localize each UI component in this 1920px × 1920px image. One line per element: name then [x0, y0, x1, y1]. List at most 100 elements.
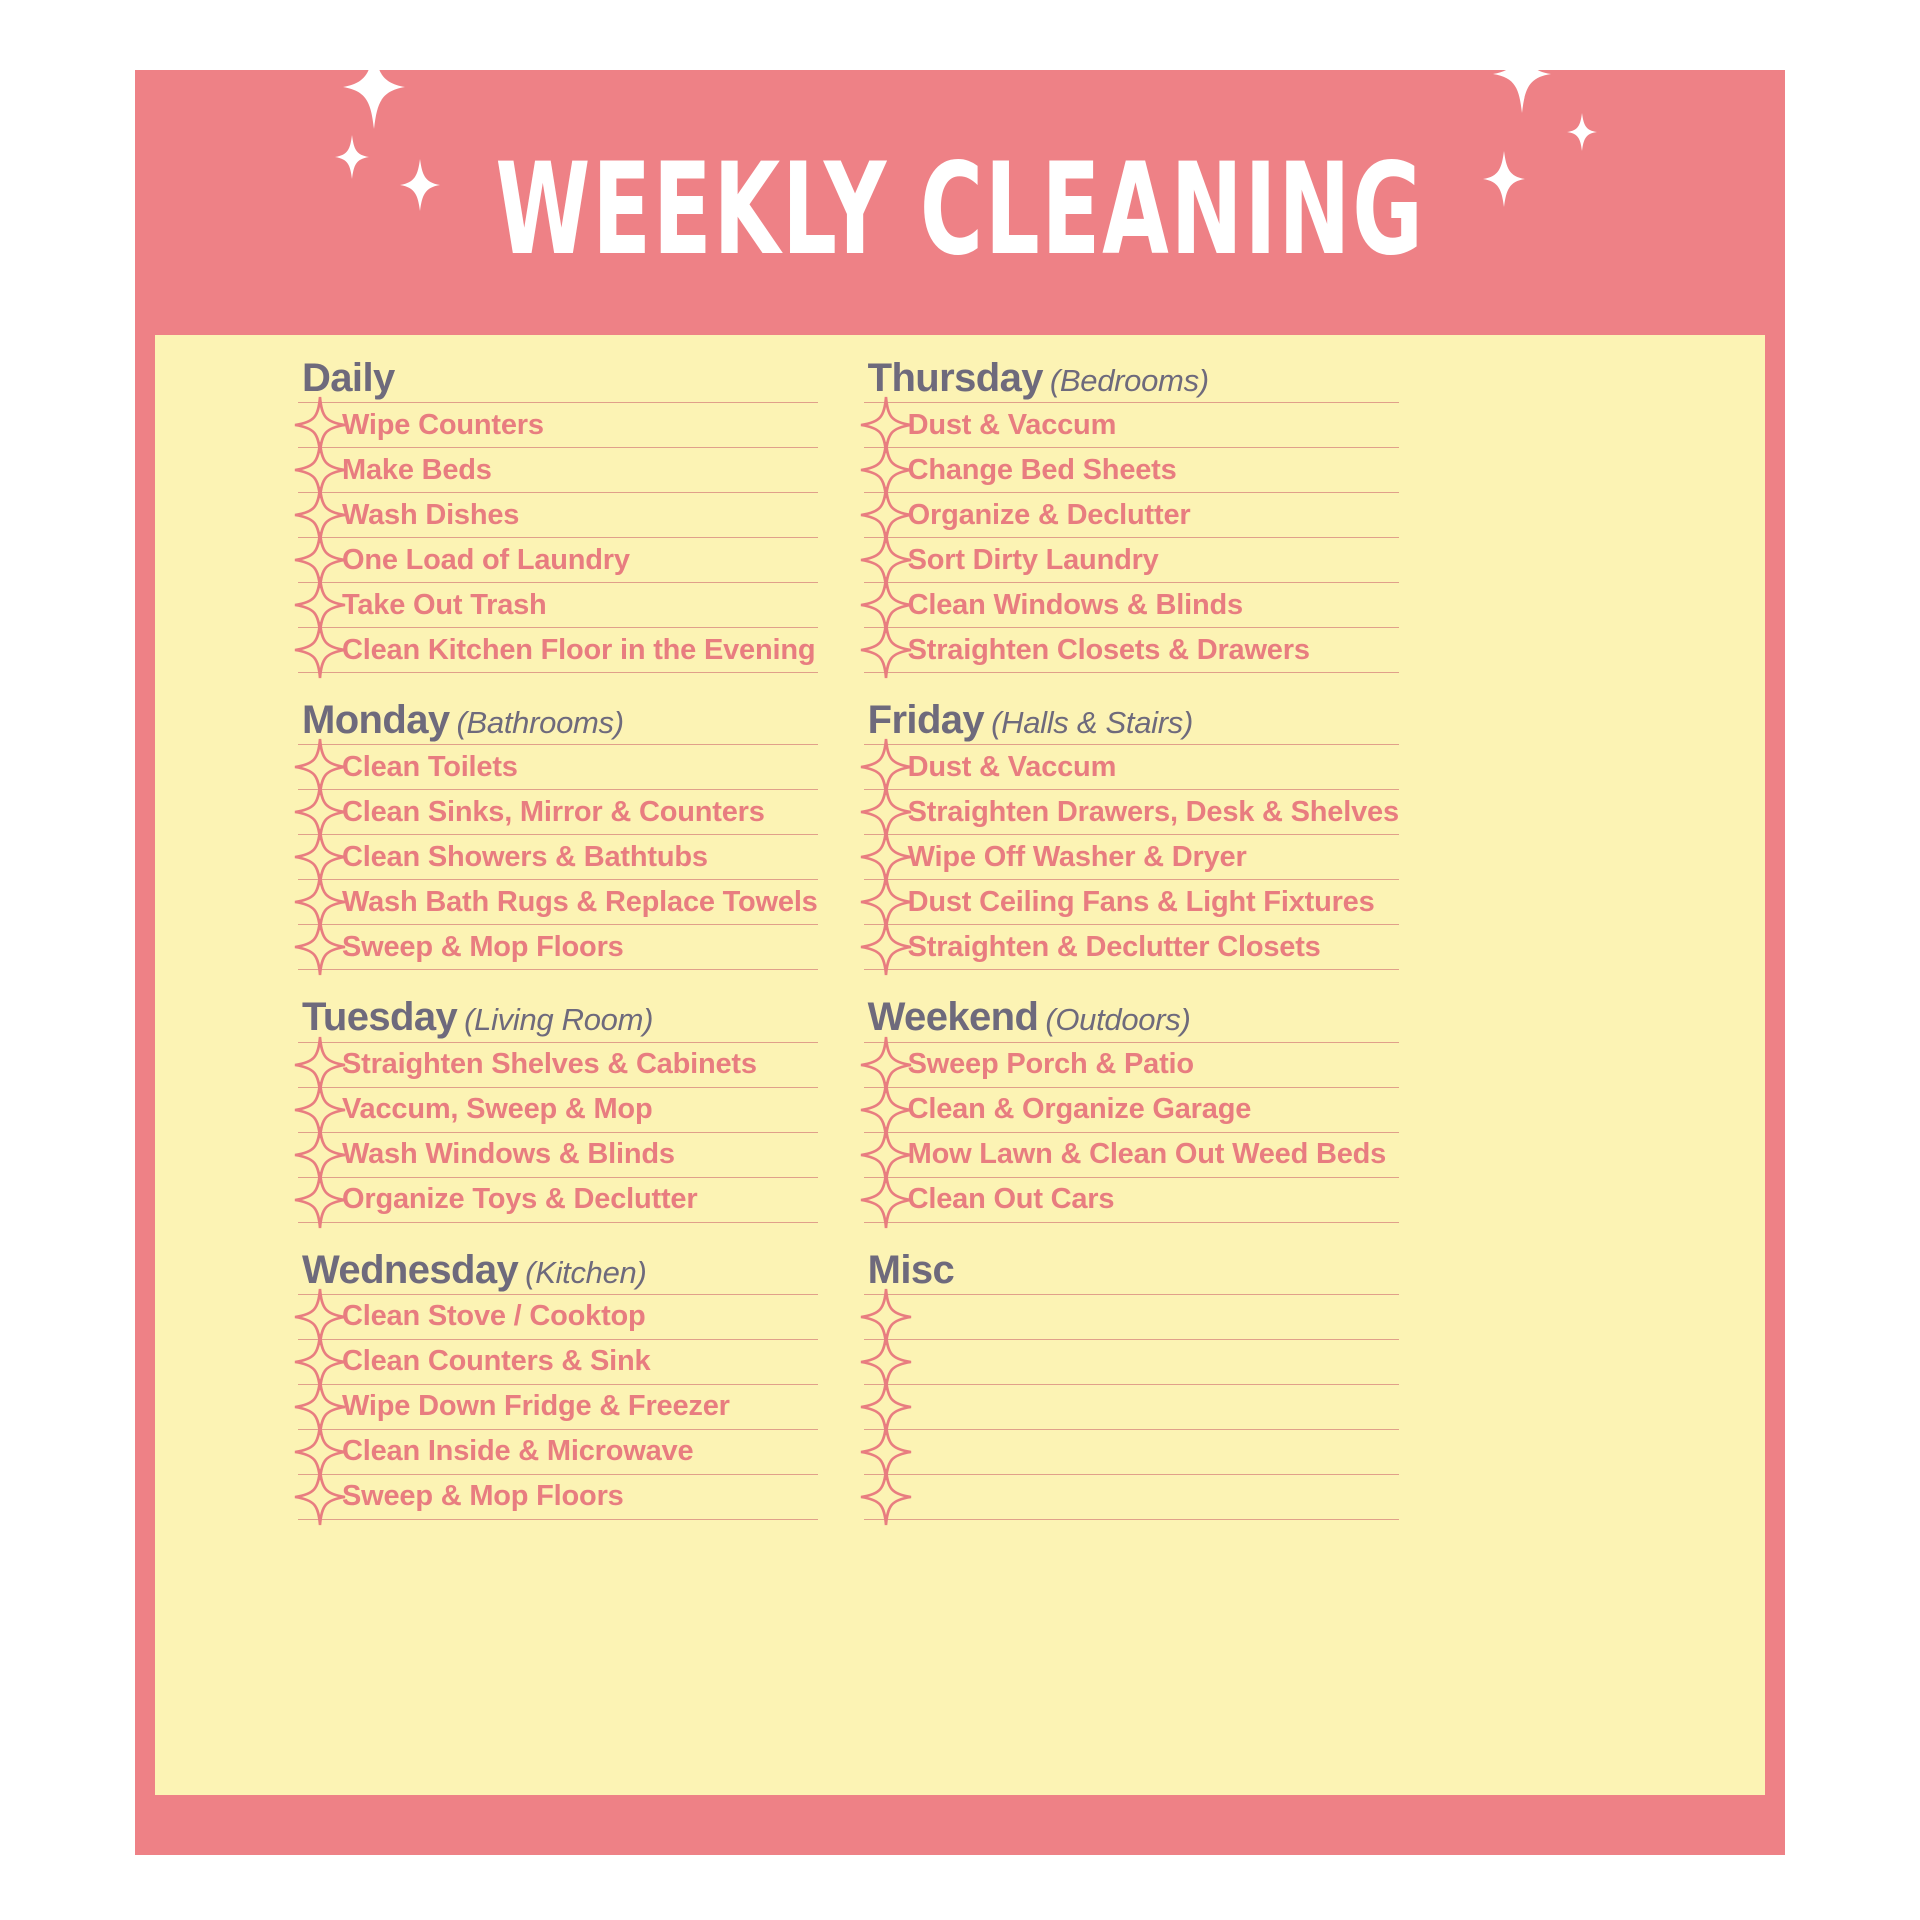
task-label: Clean Sinks, Mirror & Counters — [342, 795, 765, 828]
task-item[interactable]: Wash Bath Rugs & Replace Towels — [294, 874, 818, 931]
task-item[interactable]: Clean Inside & Microwave — [294, 1423, 818, 1480]
sparkle-bullet-icon — [860, 576, 912, 634]
sparkle-bullet-icon — [860, 621, 912, 679]
task-item[interactable]: One Load of Laundry — [294, 532, 818, 589]
task-label: Dust Ceiling Fans & Light Fixtures — [907, 885, 1375, 918]
page-title: WEEKLY CLEANING — [495, 134, 1425, 283]
task-item[interactable]: Clean Stove / Cooktop — [294, 1288, 818, 1345]
task-list-weekend: Sweep Porch & Patio Clean & Organize Gara… — [860, 1036, 1399, 1228]
task-item[interactable]: Straighten Drawers, Desk & Shelves — [860, 784, 1399, 841]
sparkle-bullet-icon — [860, 1171, 912, 1229]
section-title-wednesday: Wednesday — [302, 1247, 519, 1292]
task-item[interactable]: Dust Ceiling Fans & Light Fixtures — [860, 874, 1399, 931]
sparkle-bullet-icon — [860, 396, 912, 454]
task-item[interactable] — [860, 1333, 1399, 1390]
task-label: Wash Bath Rugs & Replace Towels — [342, 885, 818, 918]
sparkle-icon-tiny-right — [1483, 150, 1526, 207]
sparkle-icon-small-right — [1567, 112, 1598, 151]
section-title-thursday: Thursday — [867, 356, 1044, 400]
task-item[interactable]: Clean Sinks, Mirror & Counters — [294, 784, 818, 841]
task-item[interactable]: Wipe Down Fridge & Freezer — [294, 1378, 818, 1435]
sparkle-bullet-icon — [860, 918, 912, 976]
task-item[interactable] — [860, 1378, 1399, 1435]
task-label: Straighten Closets & Drawers — [907, 633, 1310, 666]
task-label: Wipe Counters — [342, 408, 544, 441]
task-label: Clean Out Cars — [907, 1183, 1115, 1216]
task-item[interactable]: Straighten & Declutter Closets — [860, 919, 1399, 976]
task-item[interactable]: Wipe Off Washer & Dryer — [860, 829, 1399, 886]
task-item[interactable]: Wash Windows & Blinds — [294, 1126, 818, 1183]
task-label: Sweep & Mop Floors — [342, 1480, 624, 1513]
section-header-thursday: Thursday (Bedrooms) — [864, 356, 1399, 400]
section-subtitle-weekend: (Outdoors) — [1045, 1002, 1191, 1038]
task-item[interactable]: Clean Windows & Blinds — [860, 577, 1399, 634]
task-item[interactable]: Organize & Declutter — [860, 487, 1399, 544]
sparkle-bullet-icon — [860, 531, 912, 589]
task-label: Straighten & Declutter Closets — [907, 930, 1321, 963]
task-item[interactable]: Sweep & Mop Floors — [294, 919, 818, 976]
task-label: Sort Dirty Laundry — [907, 543, 1159, 576]
sparkle-icon-small-left — [334, 134, 369, 179]
weekly-cleaning-poster: WEEKLY CLEANING Daily Wipe Counters Make B… — [135, 34, 1785, 1855]
task-item[interactable]: Clean Counters & Sink — [294, 1333, 818, 1390]
task-item[interactable]: Wash Dishes — [294, 487, 818, 544]
task-item[interactable]: Clean Kitchen Floor in the Evening — [294, 622, 818, 679]
task-label: Wipe Down Fridge & Freezer — [342, 1390, 730, 1423]
sparkle-icon-tiny-left — [399, 158, 440, 211]
task-item[interactable]: Clean & Organize Garage — [860, 1081, 1399, 1138]
section-title-monday: Monday — [302, 698, 450, 743]
task-item[interactable] — [860, 1288, 1399, 1345]
title-wrap: WEEKLY CLEANING — [334, 34, 1598, 330]
task-item[interactable] — [860, 1468, 1399, 1525]
sparkle-bullet-icon — [294, 1288, 346, 1346]
task-item[interactable]: Clean Showers & Bathtubs — [294, 829, 818, 886]
sparkle-bullet-icon — [294, 918, 346, 976]
section-header-tuesday: Tuesday (Living Room) — [298, 996, 818, 1039]
task-item[interactable]: Sweep Porch & Patio — [860, 1036, 1399, 1093]
task-list-friday: Dust & Vaccum Straighten Drawers, Desk & … — [860, 739, 1399, 976]
section-header-monday: Monday (Bathrooms) — [298, 698, 818, 743]
section-title-daily: Daily — [302, 356, 395, 400]
section-friday: Friday (Halls & Stairs) Dust & Vaccum Strai… — [860, 698, 1399, 976]
sparkle-bullet-icon — [860, 1288, 912, 1346]
task-item[interactable]: Wipe Counters — [294, 397, 818, 454]
sparkle-bullet-icon — [294, 486, 346, 544]
sparkle-bullet-icon — [294, 1126, 346, 1184]
task-label: Make Beds — [342, 453, 492, 486]
task-item[interactable]: Sweep & Mop Floors — [294, 1468, 818, 1525]
task-label: Wash Dishes — [342, 498, 520, 531]
task-label: Change Bed Sheets — [907, 453, 1177, 486]
task-item[interactable]: Straighten Shelves & Cabinets — [294, 1036, 818, 1093]
section-subtitle-thursday: (Bedrooms) — [1049, 363, 1209, 398]
task-item[interactable]: Clean Toilets — [294, 739, 818, 796]
task-item[interactable]: Dust & Vaccum — [860, 739, 1399, 796]
task-label: Organize Toys & Declutter — [342, 1183, 698, 1216]
task-item[interactable]: Mow Lawn & Clean Out Weed Beds — [860, 1126, 1399, 1183]
section-thursday: Thursday (Bedrooms) Dust & Vaccum Change Be… — [860, 356, 1399, 679]
task-item[interactable]: Clean Out Cars — [860, 1171, 1399, 1228]
task-item[interactable] — [860, 1423, 1399, 1480]
task-item[interactable]: Sort Dirty Laundry — [860, 532, 1399, 589]
task-label: One Load of Laundry — [342, 543, 630, 576]
task-list-daily: Wipe Counters Make Beds Wash Dishes One Loa… — [294, 397, 818, 679]
task-label: Clean Inside & Microwave — [342, 1435, 694, 1468]
task-list-monday: Clean Toilets Clean Sinks, Mirror & Count… — [294, 739, 818, 976]
task-label: Wipe Off Washer & Dryer — [907, 840, 1247, 873]
task-item[interactable]: Vaccum, Sweep & Mop — [294, 1081, 818, 1138]
section-header-daily: Daily — [298, 356, 818, 400]
task-item[interactable]: Dust & Vaccum — [860, 397, 1399, 454]
task-item[interactable]: Take Out Trash — [294, 577, 818, 634]
sparkle-bullet-icon — [860, 1126, 912, 1184]
sparkle-bullet-icon — [294, 1171, 346, 1229]
task-item[interactable]: Change Bed Sheets — [860, 442, 1399, 499]
section-header-wednesday: Wednesday (Kitchen) — [298, 1247, 818, 1292]
task-item[interactable]: Organize Toys & Declutter — [294, 1171, 818, 1228]
task-list-wednesday: Clean Stove / Cooktop Clean Counters & Si… — [294, 1288, 818, 1525]
task-label: Clean Toilets — [342, 750, 518, 783]
task-item[interactable]: Straighten Closets & Drawers — [860, 622, 1399, 679]
sparkle-bullet-icon — [860, 1333, 912, 1391]
task-label: Dust & Vaccum — [907, 408, 1117, 441]
task-item[interactable]: Make Beds — [294, 442, 818, 499]
sparkle-bullet-icon — [860, 1468, 912, 1526]
poster-title-band: WEEKLY CLEANING — [135, 34, 1785, 335]
